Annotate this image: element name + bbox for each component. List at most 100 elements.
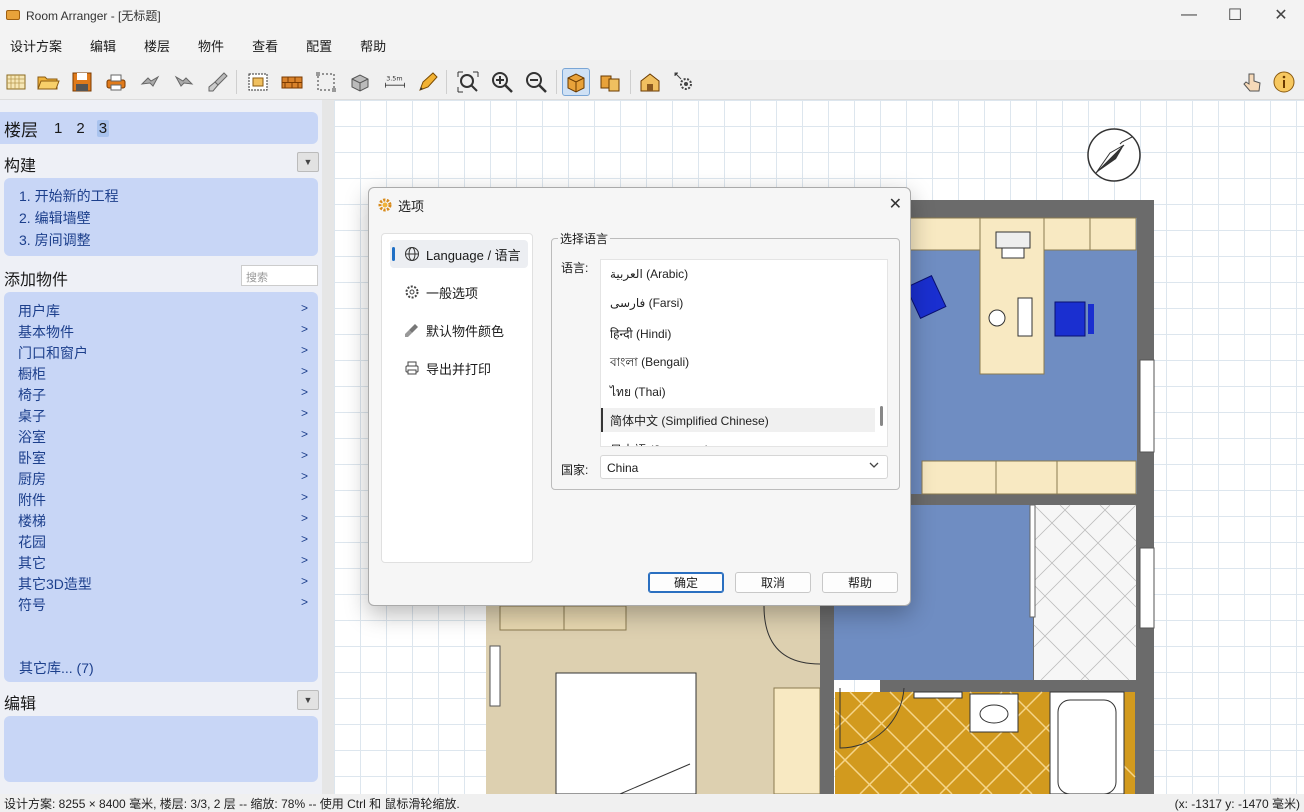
language-label: 语言: [561,261,589,275]
language-option[interactable]: বাংলা (Bengali) [601,350,875,374]
pencil-icon[interactable] [414,68,442,96]
category-chairs[interactable]: 椅子 > [18,385,318,406]
3d-multi-view-icon[interactable] [596,68,624,96]
paint-brush-icon[interactable] [204,68,232,96]
chevron-right-icon: > [300,406,308,420]
close-window-button[interactable]: ✕ [1258,0,1304,30]
nav-default-colors[interactable]: 默认物件颜色 [390,316,528,344]
globe-icon [404,246,420,262]
category-stairs[interactable]: 楼梯 > [18,511,318,532]
build-step-new-project[interactable]: 1. 开始新的工程 [19,186,318,208]
more-libraries-link[interactable]: 其它库... (7) [19,658,94,678]
category-user-library[interactable]: 用户库 > [18,301,318,322]
language-option-selected[interactable]: 简体中文 (Simplified Chinese) [601,408,875,432]
undo-icon[interactable] [136,68,164,96]
category-bathroom[interactable]: 浴室 > [18,427,318,448]
nav-language[interactable]: Language / 语言 [390,240,528,268]
chevron-right-icon: > [300,511,308,525]
floor-selector: 楼层 1 2 3 [0,112,318,144]
menu-config[interactable]: 配置 [292,36,346,55]
open-folder-icon[interactable] [34,68,62,96]
build-step-edit-walls[interactable]: 2. 编辑墙壁 [19,208,318,230]
measure-icon[interactable]: 3.5m [380,68,410,96]
print-icon[interactable] [102,68,130,96]
object-3d-icon[interactable] [346,68,374,96]
room-icon[interactable] [244,68,272,96]
cancel-button[interactable]: 取消 [735,572,811,593]
help-button[interactable]: 帮助 [822,572,898,593]
wall-brick-icon[interactable] [278,68,306,96]
language-option[interactable]: 日本語 (Japanese) [601,437,875,446]
redo-icon[interactable] [170,68,198,96]
status-bar: 设计方案: 8255 × 8400 毫米, 楼层: 3/3, 2 层 -- 缩放… [0,794,1304,812]
language-list-scrollbar[interactable] [880,406,883,426]
chevron-right-icon: > [300,364,308,378]
edit-panel [4,716,318,782]
chevron-right-icon: > [300,427,308,441]
menu-design[interactable]: 设计方案 [0,36,76,55]
chevron-right-icon: > [300,553,308,567]
hand-pointer-icon[interactable] [1238,68,1266,96]
floor-2-tab[interactable]: 2 [74,120,86,137]
menu-edit[interactable]: 编辑 [76,36,130,55]
language-option[interactable]: ไทย (Thai) [601,379,875,403]
category-other-3d[interactable]: 其它3D造型 > [18,574,318,595]
chevron-right-icon: > [300,448,308,462]
country-label: 国家: [561,463,589,477]
compass-icon [1087,128,1141,182]
build-section-title: 构建 [4,158,37,175]
category-basic-objects[interactable]: 基本物件 > [18,322,318,343]
category-symbols[interactable]: 符号 > [18,595,318,616]
menu-object[interactable]: 物件 [184,36,238,55]
language-list[interactable]: العربية (Arabic) فارسی (Farsi) हिन्दी (H… [600,259,888,447]
dialog-close-button[interactable]: ✕ [889,194,902,214]
build-step-room-adjust[interactable]: 3. 房间调整 [19,230,318,252]
sidebar-scrollbar[interactable] [322,100,334,794]
menu-bar: 设计方案 编辑 楼层 物件 查看 配置 帮助 [0,30,1304,60]
language-option[interactable]: हिन्दी (Hindi) [601,321,875,345]
category-accessories[interactable]: 附件 > [18,490,318,511]
ok-button[interactable]: 确定 [648,572,724,593]
category-cabinets[interactable]: 橱柜 > [18,364,318,385]
zoom-out-icon[interactable] [522,68,550,96]
object-categories-panel: 用户库 > 基本物件 > 门口和窗户 > 橱柜 > 椅子 > 桌子 > 浴室 > 卧室 > 厨房… [4,292,318,682]
country-select[interactable]: China [600,455,888,479]
zoom-fit-icon[interactable] [454,68,482,96]
zoom-in-icon[interactable] [488,68,516,96]
new-project-icon[interactable] [2,68,30,96]
3d-box-view-icon[interactable] [562,68,590,96]
floor-1-tab[interactable]: 1 [52,120,64,137]
minimize-button[interactable]: — [1166,0,1212,30]
options-nav: Language / 语言 一般选项 默认物件颜色 导出并打印 [381,233,533,563]
info-icon[interactable] [1270,68,1298,96]
chevron-down-icon [869,459,879,473]
floor-label: 楼层 [4,120,38,140]
menu-view[interactable]: 查看 [238,36,292,55]
floor-3-tab[interactable]: 3 [96,119,110,137]
maximize-button[interactable]: ☐ [1212,0,1258,30]
language-option[interactable]: فارسی (Farsi) [601,292,875,316]
object-search-input[interactable]: 搜索 [241,265,318,286]
category-kitchen[interactable]: 厨房 > [18,469,318,490]
save-icon[interactable] [68,68,96,96]
build-collapse-button[interactable]: ▼ [297,152,319,172]
category-bedroom[interactable]: 卧室 > [18,448,318,469]
edit-collapse-button[interactable]: ▼ [297,690,319,710]
category-tables[interactable]: 桌子 > [18,406,318,427]
select-area-icon[interactable] [312,68,340,96]
nav-export-print[interactable]: 导出并打印 [390,354,528,382]
category-garden[interactable]: 花园 > [18,532,318,553]
window-title: Room Arranger - [无标题] [26,8,161,23]
category-other[interactable]: 其它 > [18,553,318,574]
printer-icon [404,360,420,376]
chevron-right-icon: > [300,595,308,609]
category-doors-windows[interactable]: 门口和窗户 > [18,343,318,364]
svg-text:3.5m: 3.5m [386,74,402,82]
nav-general[interactable]: 一般选项 [390,278,528,306]
paint-brush-icon [404,322,420,338]
3d-house-icon[interactable] [636,68,664,96]
3d-settings-icon[interactable] [670,68,698,96]
language-option[interactable]: العربية (Arabic) [601,263,875,287]
menu-help[interactable]: 帮助 [346,36,400,55]
menu-floor[interactable]: 楼层 [130,36,184,55]
